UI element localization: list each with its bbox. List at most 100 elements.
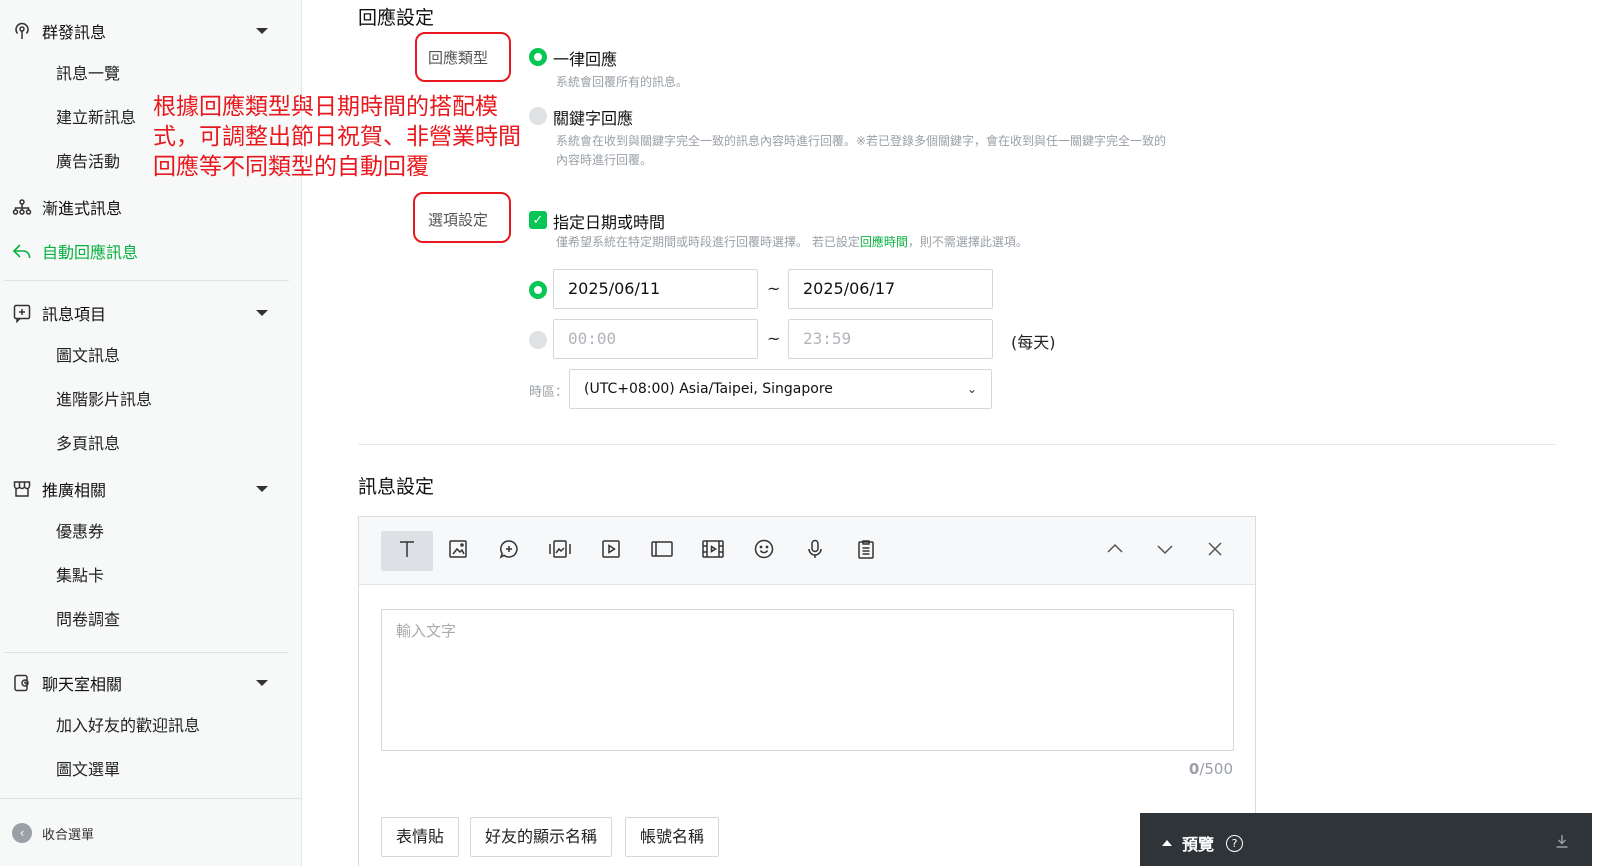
divider [4, 280, 289, 281]
annotation-text: 根據回應類型與日期時間的搭配模式，可調整出節日祝賀、非營業時間回應等不同類型的自… [153, 94, 521, 180]
check-icon: ✓ [532, 212, 544, 228]
nav-group-label: 漸進式訊息 [42, 199, 123, 218]
broadcast-icon [12, 21, 32, 41]
sidebar-item-rich-menu[interactable]: 圖文選單 [56, 758, 120, 782]
nav-group-label: 聊天室相關 [42, 675, 123, 694]
template-tool-button[interactable] [846, 531, 886, 571]
reply-time-link[interactable]: 回應時間 [860, 235, 908, 249]
emoji-tool-button[interactable] [744, 531, 784, 571]
delete-block-button[interactable] [1195, 531, 1235, 571]
close-icon [1204, 538, 1226, 564]
imagemap-tool-button[interactable] [540, 531, 580, 571]
sidebar-item-reward-card[interactable]: 集點卡 [56, 564, 104, 588]
move-down-button[interactable] [1145, 531, 1185, 571]
nav-group-promotion[interactable]: 推廣相關 [12, 474, 282, 504]
sidebar-item-ad-campaign[interactable]: 廣告活動 [56, 150, 120, 174]
range-separator: ~ [767, 279, 781, 298]
chat-room-icon [12, 673, 32, 693]
nav-group-label: 自動回應訊息 [42, 243, 139, 262]
divider [0, 798, 301, 799]
nav-group-auto-reply[interactable]: 自動回應訊息 [12, 236, 282, 266]
chevron-down-icon [256, 486, 268, 492]
chevron-down-icon: ⌄ [966, 382, 977, 396]
sidebar-item-create-message[interactable]: 建立新訊息 [56, 106, 136, 130]
reply-keyword-label: 關鍵字回應 [553, 109, 634, 128]
move-up-button[interactable] [1095, 531, 1135, 571]
smile-icon [753, 538, 775, 564]
sidebar-item-welcome-message[interactable]: 加入好友的歡迎訊息 [56, 714, 200, 738]
end-date-input[interactable]: 2025/06/17 [788, 269, 993, 309]
caret-up-icon [1162, 840, 1172, 846]
timezone-select[interactable]: (UTC+08:00) Asia/Taipei, Singapore ⌄ [569, 369, 992, 409]
sidebar-item-message-list[interactable]: 訊息一覽 [56, 62, 120, 86]
audio-tool-button[interactable] [795, 531, 835, 571]
reply-keyword-desc: 系統會在收到與關鍵字完全一致的訊息內容時進行回覆。※若已登錄多個關鍵字，會在收到… [556, 134, 1167, 148]
emoji-chip-button[interactable]: 表情貼 [381, 817, 460, 857]
collapse-menu-button[interactable]: ‹ 收合選單 [12, 823, 94, 843]
clipboard-icon [855, 538, 877, 564]
date-time-desc: 僅希望系統在特定期間或時段進行回覆時選擇。 若已設定回應時間，則不需選擇此選項。 [556, 235, 1028, 249]
sidebar-item-rich-video[interactable]: 進階影片訊息 [56, 388, 152, 412]
chevron-up-icon [1104, 538, 1126, 564]
options-label: 選項設定 [428, 211, 489, 229]
video-tool-button[interactable] [591, 531, 631, 571]
sidebar-item-survey[interactable]: 問卷調查 [56, 608, 120, 632]
reply-type-label: 回應類型 [428, 49, 489, 67]
preview-panel-toggle[interactable]: 預覽 ? [1140, 813, 1592, 866]
start-date-input[interactable]: 2025/06/11 [553, 269, 758, 309]
nav-group-step-message[interactable]: 漸進式訊息 [12, 192, 282, 222]
imagemap-icon [548, 538, 572, 564]
preview-label: 預覽 [1182, 835, 1215, 854]
message-editor: 輸入文字 0/500 表情貼 好友的顯示名稱 帳號名稱 [358, 516, 1256, 866]
sidebar-item-coupon[interactable]: 優惠券 [56, 520, 104, 544]
section-divider [358, 444, 1556, 445]
text-icon [396, 538, 418, 564]
radio-time-range[interactable] [529, 331, 547, 349]
editor-toolbar [359, 517, 1255, 585]
end-time-input[interactable]: 23:59 [788, 319, 993, 359]
download-icon[interactable] [1554, 833, 1570, 853]
nav-group-chat[interactable]: 聊天室相關 [12, 668, 282, 698]
film-icon [701, 538, 725, 564]
reply-keyword-desc: 內容時進行回覆。 [556, 153, 653, 167]
radio-reply-all[interactable] [529, 48, 547, 66]
reply-all-desc: 系統會回覆所有的訊息。 [556, 75, 689, 89]
friend-name-chip-button[interactable]: 好友的顯示名稱 [470, 817, 613, 857]
date-time-checkbox[interactable]: ✓ [529, 211, 547, 229]
timezone-value: (UTC+08:00) Asia/Taipei, Singapore [584, 381, 833, 397]
sidebar-item-card-message[interactable]: 多頁訊息 [56, 432, 120, 456]
reply-settings-title: 回應設定 [358, 7, 435, 29]
nav-group-label: 訊息項目 [42, 305, 107, 324]
radio-date-range[interactable] [529, 281, 547, 299]
account-name-chip-button[interactable]: 帳號名稱 [625, 817, 720, 857]
add-message-icon [12, 303, 32, 323]
message-settings-title: 訊息設定 [358, 476, 435, 498]
chevron-down-icon [256, 310, 268, 316]
nav-group-message-items[interactable]: 訊息項目 [12, 298, 282, 328]
chevron-down-icon [256, 28, 268, 34]
chevron-left-icon: ‹ [12, 823, 32, 843]
radio-reply-keyword[interactable] [529, 107, 547, 125]
char-counter: 0/500 [1188, 760, 1233, 778]
text-tool-button[interactable] [381, 531, 433, 571]
divider [4, 652, 289, 653]
chevron-down-icon [256, 680, 268, 686]
rich-video-tool-button[interactable] [693, 531, 733, 571]
hierarchy-icon [12, 197, 32, 217]
image-icon [447, 538, 469, 564]
each-day-label: (每天) [1011, 333, 1056, 352]
chevron-down-icon [1154, 538, 1176, 564]
carousel-tool-button[interactable] [642, 531, 682, 571]
start-time-input[interactable]: 00:00 [553, 319, 758, 359]
microphone-icon [804, 538, 826, 564]
nav-group-broadcast[interactable]: 群發訊息 [12, 16, 282, 46]
sticker-tool-button[interactable] [489, 531, 529, 571]
sidebar-item-rich-message[interactable]: 圖文訊息 [56, 344, 120, 368]
store-icon [12, 479, 32, 499]
image-tool-button[interactable] [438, 531, 478, 571]
carousel-icon [650, 538, 674, 564]
date-time-label: 指定日期或時間 [553, 213, 666, 232]
message-text-input[interactable]: 輸入文字 [381, 609, 1234, 751]
help-icon[interactable]: ? [1226, 834, 1244, 852]
timezone-label: 時區： [529, 385, 569, 400]
